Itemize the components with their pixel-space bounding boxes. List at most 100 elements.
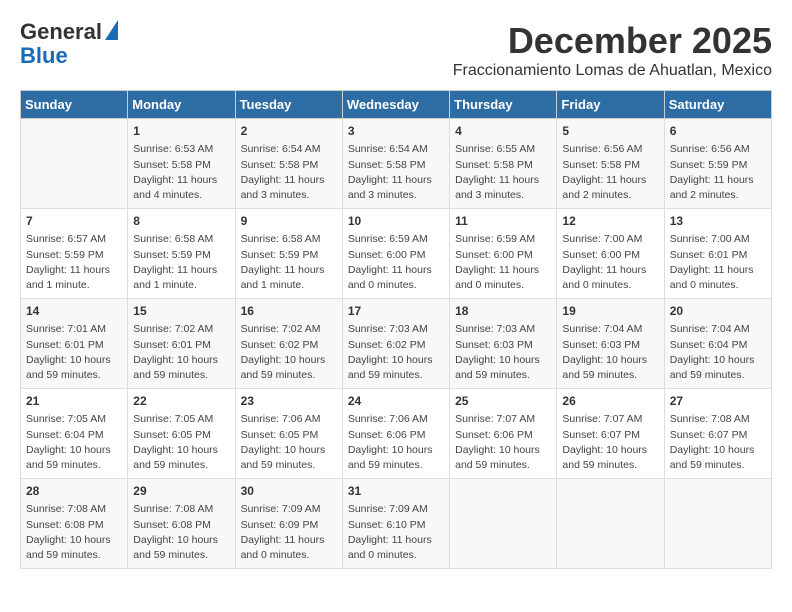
day-content: Sunrise: 6:56 AM Sunset: 5:58 PM Dayligh… <box>562 142 658 203</box>
calendar-cell: 1Sunrise: 6:53 AM Sunset: 5:58 PM Daylig… <box>128 119 235 209</box>
day-number: 15 <box>133 303 229 320</box>
calendar-cell: 22Sunrise: 7:05 AM Sunset: 6:05 PM Dayli… <box>128 389 235 479</box>
day-content: Sunrise: 7:05 AM Sunset: 6:05 PM Dayligh… <box>133 412 229 473</box>
day-number: 10 <box>348 213 444 230</box>
day-number: 13 <box>670 213 766 230</box>
day-content: Sunrise: 6:54 AM Sunset: 5:58 PM Dayligh… <box>348 142 444 203</box>
day-content: Sunrise: 6:59 AM Sunset: 6:00 PM Dayligh… <box>348 232 444 293</box>
calendar-cell: 16 Sunrise: 7:02 AM Sunset: 6:02 PM Dayli… <box>235 299 342 389</box>
calendar-cell: 30 Sunrise: 7:09 AM Sunset: 6:09 PM Dayli… <box>235 479 342 569</box>
calendar-cell: 21Sunrise: 7:05 AM Sunset: 6:04 PM Dayli… <box>21 389 128 479</box>
calendar-cell: 10 Sunrise: 6:59 AM Sunset: 6:00 PM Dayli… <box>342 209 449 299</box>
calendar-cell <box>557 479 664 569</box>
day-number: 6 <box>670 123 766 140</box>
day-content: Sunrise: 6:56 AM Sunset: 5:59 PM Dayligh… <box>670 142 766 203</box>
day-number: 24 <box>348 393 444 410</box>
day-number: 3 <box>348 123 444 140</box>
calendar-cell: 8Sunrise: 6:58 AM Sunset: 5:59 PM Daylig… <box>128 209 235 299</box>
day-content: Sunrise: 7:00 AM Sunset: 6:01 PM Dayligh… <box>670 232 766 293</box>
calendar-cell: 14 Sunrise: 7:01 AM Sunset: 6:01 PM Dayli… <box>21 299 128 389</box>
day-number: 11 <box>455 213 551 230</box>
calendar-cell: 9 Sunrise: 6:58 AM Sunset: 5:59 PM Daylig… <box>235 209 342 299</box>
calendar-cell: 18Sunrise: 7:03 AM Sunset: 6:03 PM Dayli… <box>450 299 557 389</box>
day-number: 2 <box>241 123 337 140</box>
day-content: Sunrise: 7:02 AM Sunset: 6:01 PM Dayligh… <box>133 322 229 383</box>
day-number: 12 <box>562 213 658 230</box>
calendar-cell: 27Sunrise: 7:08 AM Sunset: 6:07 PM Dayli… <box>664 389 771 479</box>
col-wednesday: Wednesday <box>342 91 449 119</box>
calendar-week-4: 21Sunrise: 7:05 AM Sunset: 6:04 PM Dayli… <box>21 389 772 479</box>
day-content: Sunrise: 7:04 AM Sunset: 6:03 PM Dayligh… <box>562 322 658 383</box>
calendar-cell: 5Sunrise: 6:56 AM Sunset: 5:58 PM Daylig… <box>557 119 664 209</box>
calendar-week-3: 14 Sunrise: 7:01 AM Sunset: 6:01 PM Dayli… <box>21 299 772 389</box>
day-content: Sunrise: 7:05 AM Sunset: 6:04 PM Dayligh… <box>26 412 122 473</box>
col-friday: Friday <box>557 91 664 119</box>
col-thursday: Thursday <box>450 91 557 119</box>
calendar-cell: 6 Sunrise: 6:56 AM Sunset: 5:59 PM Daylig… <box>664 119 771 209</box>
day-content: Sunrise: 7:04 AM Sunset: 6:04 PM Dayligh… <box>670 322 766 383</box>
col-monday: Monday <box>128 91 235 119</box>
calendar-cell: 13 Sunrise: 7:00 AM Sunset: 6:01 PM Dayli… <box>664 209 771 299</box>
calendar-cell: 11 Sunrise: 6:59 AM Sunset: 6:00 PM Dayli… <box>450 209 557 299</box>
location-subtitle: Fraccionamiento Lomas de Ahuatlan, Mexic… <box>453 62 772 80</box>
calendar-cell: 20 Sunrise: 7:04 AM Sunset: 6:04 PM Dayli… <box>664 299 771 389</box>
day-content: Sunrise: 6:58 AM Sunset: 5:59 PM Dayligh… <box>241 232 337 293</box>
calendar-header-row: Sunday Monday Tuesday Wednesday Thursday… <box>21 91 772 119</box>
calendar-cell: 2 Sunrise: 6:54 AM Sunset: 5:58 PM Daylig… <box>235 119 342 209</box>
day-number: 7 <box>26 213 122 230</box>
calendar-cell: 17 Sunrise: 7:03 AM Sunset: 6:02 PM Dayli… <box>342 299 449 389</box>
day-content: Sunrise: 6:54 AM Sunset: 5:58 PM Dayligh… <box>241 142 337 203</box>
day-number: 20 <box>670 303 766 320</box>
calendar-cell: 12Sunrise: 7:00 AM Sunset: 6:00 PM Dayli… <box>557 209 664 299</box>
day-content: Sunrise: 7:01 AM Sunset: 6:01 PM Dayligh… <box>26 322 122 383</box>
day-number: 29 <box>133 483 229 500</box>
day-content: Sunrise: 7:08 AM Sunset: 6:08 PM Dayligh… <box>133 502 229 563</box>
day-number: 31 <box>348 483 444 500</box>
calendar-cell: 28 Sunrise: 7:08 AM Sunset: 6:08 PM Dayli… <box>21 479 128 569</box>
calendar-cell: 31 Sunrise: 7:09 AM Sunset: 6:10 PM Dayli… <box>342 479 449 569</box>
day-number: 9 <box>241 213 337 230</box>
day-content: Sunrise: 7:03 AM Sunset: 6:02 PM Dayligh… <box>348 322 444 383</box>
day-content: Sunrise: 7:06 AM Sunset: 6:06 PM Dayligh… <box>348 412 444 473</box>
title-block: December 2025 Fraccionamiento Lomas de A… <box>453 20 772 80</box>
calendar-cell: 24 Sunrise: 7:06 AM Sunset: 6:06 PM Dayli… <box>342 389 449 479</box>
calendar-table: Sunday Monday Tuesday Wednesday Thursday… <box>20 90 772 569</box>
day-content: Sunrise: 7:08 AM Sunset: 6:07 PM Dayligh… <box>670 412 766 473</box>
day-content: Sunrise: 7:07 AM Sunset: 6:07 PM Dayligh… <box>562 412 658 473</box>
day-number: 23 <box>241 393 337 410</box>
day-content: Sunrise: 7:06 AM Sunset: 6:05 PM Dayligh… <box>241 412 337 473</box>
day-number: 1 <box>133 123 229 140</box>
day-number: 25 <box>455 393 551 410</box>
day-number: 26 <box>562 393 658 410</box>
day-number: 28 <box>26 483 122 500</box>
calendar-cell: 7Sunrise: 6:57 AM Sunset: 5:59 PM Daylig… <box>21 209 128 299</box>
calendar-cell <box>664 479 771 569</box>
logo-general: General <box>20 20 102 44</box>
day-content: Sunrise: 6:58 AM Sunset: 5:59 PM Dayligh… <box>133 232 229 293</box>
day-content: Sunrise: 7:09 AM Sunset: 6:10 PM Dayligh… <box>348 502 444 563</box>
day-content: Sunrise: 6:55 AM Sunset: 5:58 PM Dayligh… <box>455 142 551 203</box>
day-content: Sunrise: 7:08 AM Sunset: 6:08 PM Dayligh… <box>26 502 122 563</box>
day-content: Sunrise: 7:02 AM Sunset: 6:02 PM Dayligh… <box>241 322 337 383</box>
col-saturday: Saturday <box>664 91 771 119</box>
day-content: Sunrise: 7:07 AM Sunset: 6:06 PM Dayligh… <box>455 412 551 473</box>
calendar-cell: 15 Sunrise: 7:02 AM Sunset: 6:01 PM Dayli… <box>128 299 235 389</box>
calendar-cell: 25 Sunrise: 7:07 AM Sunset: 6:06 PM Dayli… <box>450 389 557 479</box>
day-number: 19 <box>562 303 658 320</box>
calendar-cell: 23 Sunrise: 7:06 AM Sunset: 6:05 PM Dayli… <box>235 389 342 479</box>
logo-blue: Blue <box>20 43 68 68</box>
day-content: Sunrise: 6:59 AM Sunset: 6:00 PM Dayligh… <box>455 232 551 293</box>
logo: General Blue <box>20 20 118 68</box>
day-content: Sunrise: 7:09 AM Sunset: 6:09 PM Dayligh… <box>241 502 337 563</box>
day-number: 17 <box>348 303 444 320</box>
day-number: 16 <box>241 303 337 320</box>
page-header: General Blue December 2025 Fraccionamien… <box>20 20 772 80</box>
day-number: 30 <box>241 483 337 500</box>
day-number: 18 <box>455 303 551 320</box>
calendar-cell: 4Sunrise: 6:55 AM Sunset: 5:58 PM Daylig… <box>450 119 557 209</box>
calendar-cell: 3 Sunrise: 6:54 AM Sunset: 5:58 PM Daylig… <box>342 119 449 209</box>
calendar-week-1: 1Sunrise: 6:53 AM Sunset: 5:58 PM Daylig… <box>21 119 772 209</box>
col-sunday: Sunday <box>21 91 128 119</box>
calendar-cell <box>21 119 128 209</box>
day-number: 14 <box>26 303 122 320</box>
